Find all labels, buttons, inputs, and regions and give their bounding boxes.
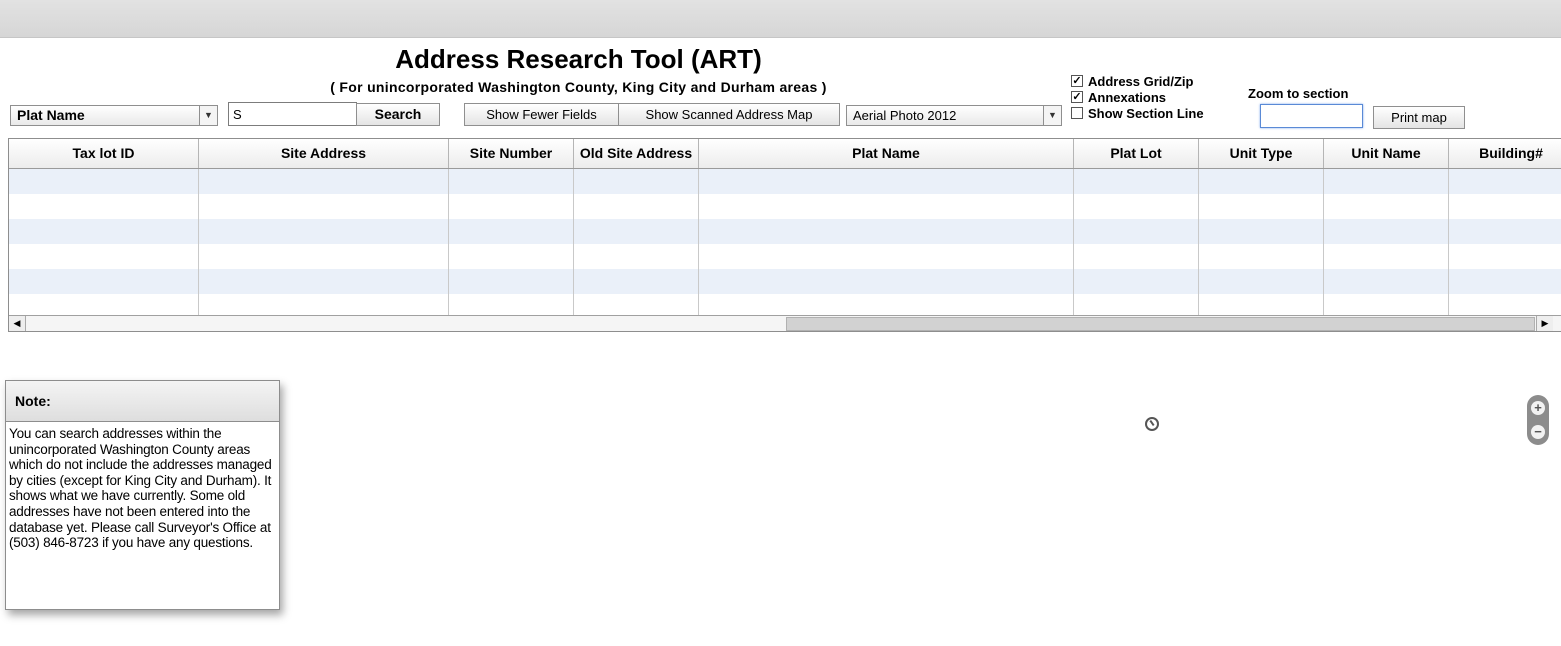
note-title: Note: xyxy=(6,381,279,422)
table-cell xyxy=(1324,194,1449,219)
table-cell xyxy=(1199,269,1324,294)
section-line-label: Show Section Line xyxy=(1088,106,1204,121)
search-field-select-value: Plat Name xyxy=(17,107,85,123)
table-row[interactable] xyxy=(9,194,1561,219)
table-cell xyxy=(1324,169,1449,194)
table-header: Tax lot ID Site Address Site Number Old … xyxy=(9,139,1561,169)
column-header-site-number[interactable]: Site Number xyxy=(449,139,574,168)
table-cell xyxy=(574,219,699,244)
table-cell xyxy=(449,194,574,219)
table-cell xyxy=(1199,194,1324,219)
annexations-checkbox[interactable]: ✓ Annexations xyxy=(1071,90,1204,106)
chevron-down-icon: ▼ xyxy=(1043,106,1061,125)
table-cell xyxy=(1199,219,1324,244)
zoom-to-section-label: Zoom to section xyxy=(1248,86,1349,101)
print-map-button[interactable]: Print map xyxy=(1373,106,1465,129)
table-cell xyxy=(699,194,1074,219)
zoom-in-icon[interactable]: + xyxy=(1531,401,1545,415)
measure-icon[interactable] xyxy=(1145,417,1159,431)
horizontal-scrollbar[interactable]: ◀ ▶ xyxy=(9,315,1561,331)
search-button[interactable]: Search xyxy=(356,103,440,126)
scroll-left-icon[interactable]: ◀ xyxy=(9,316,26,331)
scroll-right-icon[interactable]: ▶ xyxy=(1536,316,1553,331)
table-cell xyxy=(199,169,449,194)
table-cell xyxy=(574,194,699,219)
table-cell xyxy=(1449,219,1561,244)
search-input[interactable] xyxy=(228,102,357,126)
table-cell xyxy=(1074,219,1199,244)
basemap-select[interactable]: Aerial Photo 2012 ▼ xyxy=(846,105,1062,126)
table-cell xyxy=(1074,194,1199,219)
section-line-checkbox[interactable]: Show Section Line xyxy=(1071,106,1204,122)
zoom-out-icon[interactable]: − xyxy=(1531,425,1545,439)
table-cell xyxy=(1449,269,1561,294)
table-cell xyxy=(574,244,699,269)
table-cell xyxy=(1449,169,1561,194)
address-grid-checkbox[interactable]: ✓ Address Grid/Zip xyxy=(1071,74,1204,90)
note-panel: Note: You can search addresses within th… xyxy=(5,380,280,610)
scrollbar-thumb[interactable] xyxy=(786,317,1535,331)
table-cell xyxy=(9,244,199,269)
column-header-plat-name[interactable]: Plat Name xyxy=(699,139,1074,168)
table-cell xyxy=(1449,194,1561,219)
column-header-unit-type[interactable]: Unit Type xyxy=(1199,139,1324,168)
search-field-select[interactable]: Plat Name ▼ xyxy=(10,105,218,126)
table-cell xyxy=(574,169,699,194)
table-cell xyxy=(449,269,574,294)
table-row[interactable] xyxy=(9,244,1561,269)
table-cell xyxy=(1324,244,1449,269)
column-header-tax-lot-id[interactable]: Tax lot ID xyxy=(9,139,199,168)
table-row[interactable] xyxy=(9,269,1561,294)
table-cell xyxy=(9,269,199,294)
column-header-building[interactable]: Building# xyxy=(1449,139,1561,168)
column-header-unit-name[interactable]: Unit Name xyxy=(1324,139,1449,168)
table-cell xyxy=(699,219,1074,244)
table-body xyxy=(9,169,1561,319)
table-cell xyxy=(449,244,574,269)
show-scanned-address-map-button[interactable]: Show Scanned Address Map xyxy=(618,103,840,126)
note-body: You can search addresses within the unin… xyxy=(9,426,272,551)
table-cell xyxy=(1074,269,1199,294)
table-cell xyxy=(199,269,449,294)
table-cell xyxy=(199,194,449,219)
table-cell xyxy=(449,219,574,244)
map-zoom-control: + − xyxy=(1527,395,1549,445)
table-cell xyxy=(1074,244,1199,269)
table-cell xyxy=(1199,169,1324,194)
page-title: Address Research Tool (ART) xyxy=(395,44,762,74)
table-cell xyxy=(699,169,1074,194)
annexations-label: Annexations xyxy=(1088,90,1167,105)
table-cell xyxy=(1324,269,1449,294)
top-bar xyxy=(0,0,1561,38)
table-cell xyxy=(9,169,199,194)
table-cell xyxy=(9,219,199,244)
column-header-plat-lot[interactable]: Plat Lot xyxy=(1074,139,1199,168)
checkbox-unchecked-icon xyxy=(1071,107,1083,119)
table-cell xyxy=(1449,244,1561,269)
table-row[interactable] xyxy=(9,169,1561,194)
table-cell xyxy=(699,269,1074,294)
table-cell xyxy=(699,244,1074,269)
page-subtitle: ( For unincorporated Washington County, … xyxy=(330,79,827,95)
table-row[interactable] xyxy=(9,219,1561,244)
zoom-to-section-input[interactable] xyxy=(1260,104,1363,128)
table-cell xyxy=(1199,244,1324,269)
checkbox-checked-icon: ✓ xyxy=(1071,75,1083,87)
basemap-select-value: Aerial Photo 2012 xyxy=(853,108,957,123)
chevron-down-icon: ▼ xyxy=(199,106,217,125)
layer-checkboxes: ✓ Address Grid/Zip ✓ Annexations Show Se… xyxy=(1071,74,1204,122)
table-cell xyxy=(449,169,574,194)
column-header-site-address[interactable]: Site Address xyxy=(199,139,449,168)
show-fewer-fields-button[interactable]: Show Fewer Fields xyxy=(464,103,619,126)
column-header-old-site-address[interactable]: Old Site Address xyxy=(574,139,699,168)
table-cell xyxy=(199,219,449,244)
table-cell xyxy=(1074,169,1199,194)
table-cell xyxy=(1324,219,1449,244)
table-cell xyxy=(199,244,449,269)
address-grid-label: Address Grid/Zip xyxy=(1088,74,1194,89)
checkbox-checked-icon: ✓ xyxy=(1071,91,1083,103)
results-table: Tax lot ID Site Address Site Number Old … xyxy=(8,138,1561,332)
table-cell xyxy=(9,194,199,219)
table-cell xyxy=(574,269,699,294)
